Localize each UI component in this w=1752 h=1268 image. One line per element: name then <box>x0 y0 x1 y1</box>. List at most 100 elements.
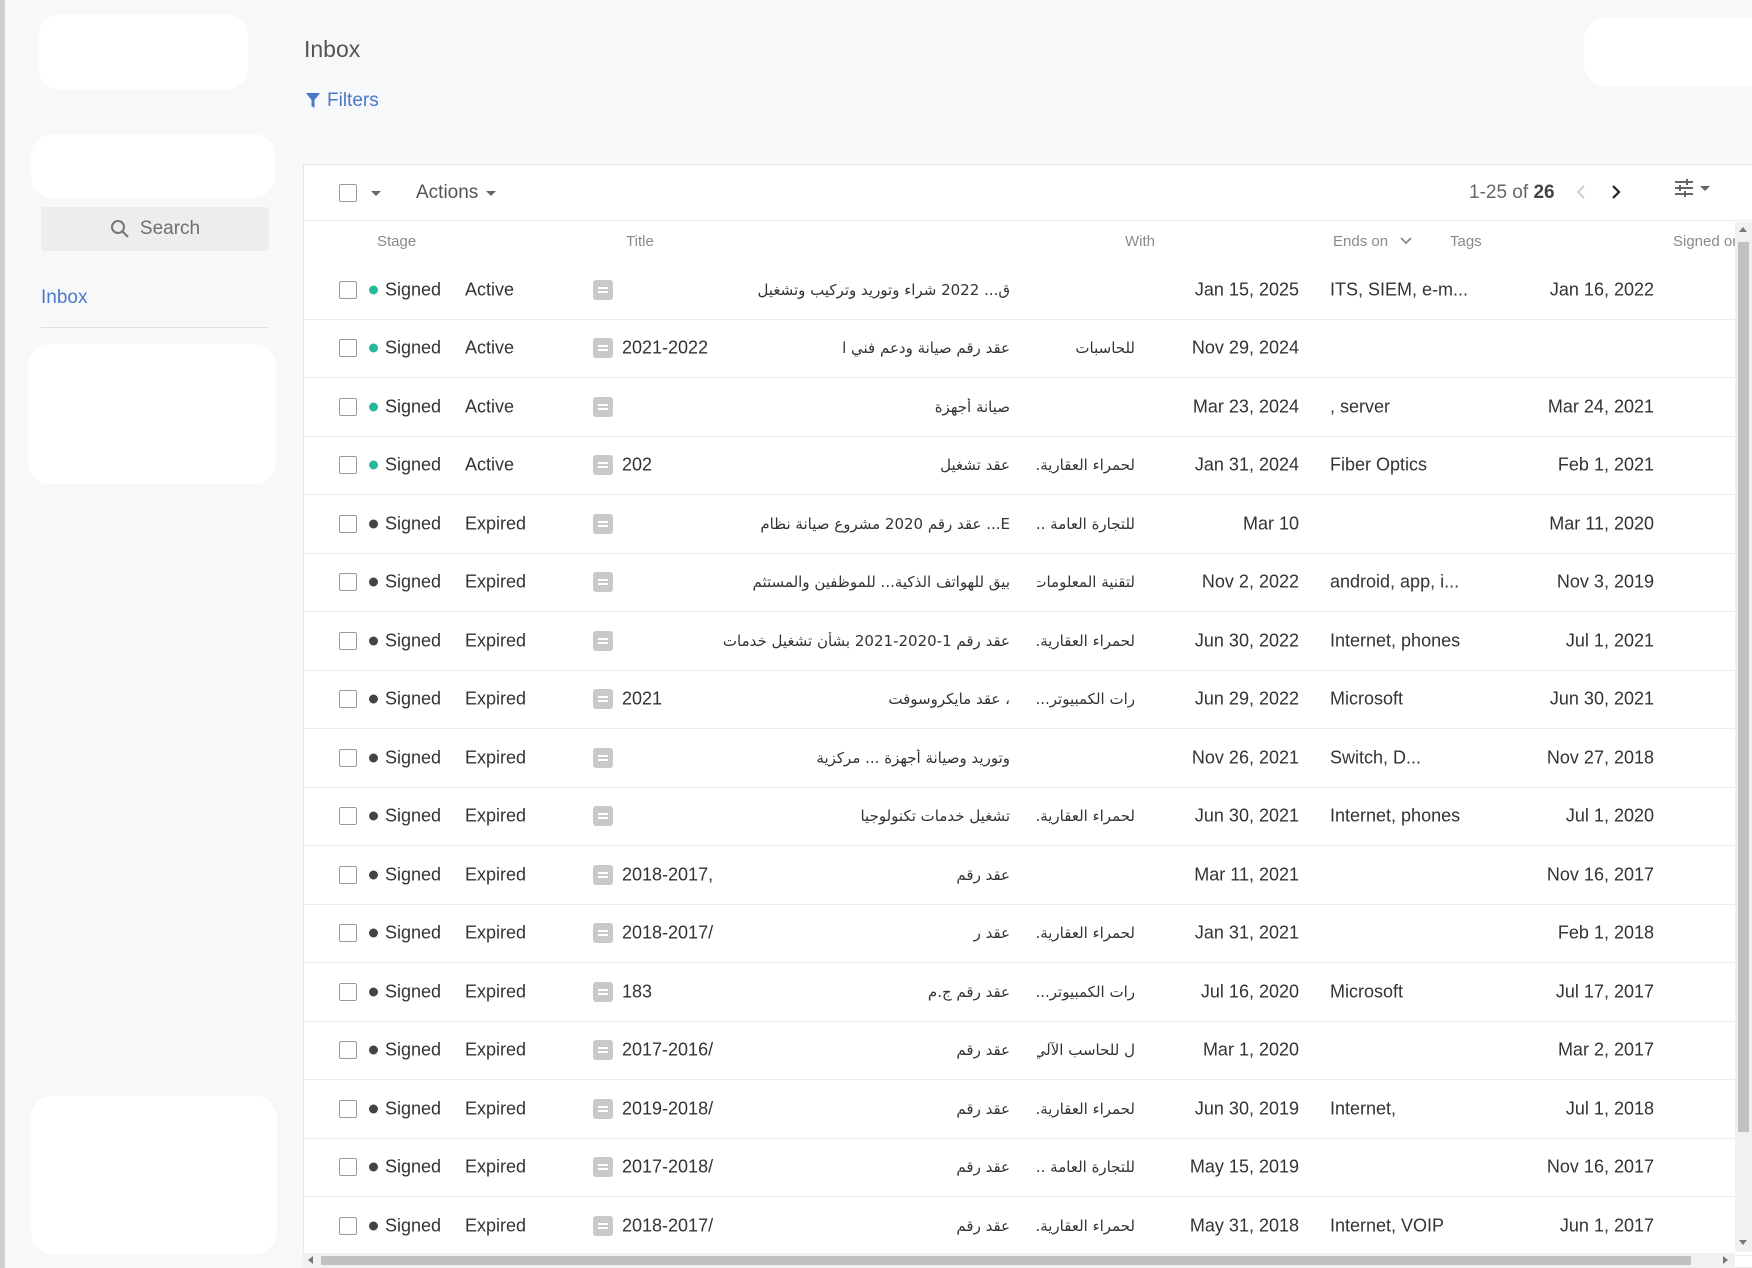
row-checkbox[interactable] <box>339 1158 357 1177</box>
row-signed-on: Feb 1, 2021 <box>1557 454 1654 475</box>
document-icon <box>593 513 613 534</box>
status-dot <box>369 343 378 353</box>
document-icon <box>593 747 613 768</box>
col-header-stage[interactable]: Stage <box>377 233 416 250</box>
table-row[interactable]: Signed Expired E... عقد رقم 2020 مشروع ص… <box>304 495 1752 554</box>
table-row[interactable]: Signed Expired 2019-2018/ عقد رقم لحمراء… <box>304 1080 1752 1139</box>
chevron-down-icon <box>1700 185 1710 191</box>
row-status: Expired <box>465 1039 527 1060</box>
row-title-text[interactable]: عقد رقم <box>622 866 1010 884</box>
row-status: Expired <box>465 864 527 885</box>
table-row[interactable]: Signed Expired 2018-2017/ عقد رقم لحمراء… <box>304 1197 1752 1256</box>
row-checkbox[interactable] <box>339 1099 357 1118</box>
table-row[interactable]: Signed Active ق... 2022 شراء وتوريد وترك… <box>304 261 1752 320</box>
row-ends-on: Nov 26, 2021 <box>1191 747 1299 768</box>
row-checkbox[interactable] <box>339 807 357 826</box>
actions-label: Actions <box>416 182 479 203</box>
document-icon <box>593 572 613 593</box>
row-title-text[interactable]: ، عقد مايكروسوفت <box>622 690 1010 708</box>
row-checkbox[interactable] <box>339 924 357 943</box>
filter-icon <box>306 93 320 108</box>
row-ends-on: Mar 11, 2021 <box>1194 864 1299 885</box>
row-checkbox[interactable] <box>339 456 357 475</box>
row-checkbox[interactable] <box>339 748 357 767</box>
row-tags: Internet, VOIP <box>1330 1215 1445 1236</box>
row-title-text[interactable]: ق... 2022 شراء وتوريد وتركيب وتشغيل <box>622 281 1010 299</box>
table-row[interactable]: Signed Active صيانة أجهزة Mar 23, 2024 ,… <box>304 378 1752 437</box>
vertical-scrollbar[interactable] <box>1735 222 1752 1252</box>
select-menu-caret[interactable] <box>371 191 381 196</box>
table-row[interactable]: Signed Expired تشغيل خدمات تكنولوجيا لحم… <box>304 788 1752 846</box>
row-ends-on: Jun 29, 2022 <box>1194 688 1299 709</box>
horizontal-scroll-thumb[interactable] <box>321 1256 1691 1265</box>
scroll-up-arrow[interactable] <box>1739 227 1747 232</box>
row-title-text[interactable]: عقد رقم ج.م <box>622 983 1010 1001</box>
row-checkbox[interactable] <box>339 280 357 299</box>
table-row[interactable]: Signed Expired 2017-2018/ عقد رقم للتجار… <box>304 1139 1752 1197</box>
sidebar-search-box[interactable]: Search <box>41 207 269 251</box>
table-row[interactable]: Signed Expired عقد رقم 1-2020-2021 بشأن … <box>304 612 1752 671</box>
chevron-down-icon <box>486 190 497 196</box>
row-title-text[interactable]: عقد رقم صيانة ودعم فني ا <box>622 339 1010 357</box>
table-header: Stage Title With Ends on Tags Signed on <box>304 221 1752 261</box>
row-stage: Signed <box>385 1215 442 1236</box>
row-title-text[interactable]: عقد رقم <box>622 1158 1010 1176</box>
row-title-text[interactable]: عقد رقم <box>622 1100 1010 1118</box>
row-title-text[interactable]: عقد ر <box>622 924 1010 942</box>
horizontal-scrollbar[interactable] <box>303 1253 1735 1268</box>
table-row[interactable]: Signed Expired 2017-2016/ عقد رقم ل للحا… <box>304 1022 1752 1080</box>
row-title-text[interactable]: عقد رقم <box>622 1217 1010 1235</box>
table-row[interactable]: Signed Expired 2018-2017, عقد رقم Mar 11… <box>304 846 1752 905</box>
row-checkbox[interactable] <box>339 1041 357 1060</box>
table-row[interactable]: Signed Active 2021-2022 عقد رقم صيانة ود… <box>304 320 1752 378</box>
scroll-down-arrow[interactable] <box>1739 1240 1747 1245</box>
col-header-with[interactable]: With <box>1125 233 1155 250</box>
next-page-button[interactable] <box>1603 179 1629 205</box>
table-row[interactable]: Signed Active 202 عقد تشغيل لحمراء العقا… <box>304 437 1752 495</box>
row-with: للحاسبات <box>1075 339 1135 358</box>
row-title-text[interactable]: صيانة أجهزة <box>622 398 1010 416</box>
row-checkbox[interactable] <box>339 865 357 884</box>
status-dot <box>369 753 378 763</box>
row-checkbox[interactable] <box>339 1216 357 1235</box>
sidebar-item-inbox[interactable]: Inbox <box>41 287 87 309</box>
row-checkbox[interactable] <box>339 982 357 1001</box>
row-stage: Signed <box>385 279 442 300</box>
col-header-signed-on[interactable]: Signed on <box>1673 233 1741 250</box>
row-checkbox[interactable] <box>339 690 357 709</box>
row-checkbox[interactable] <box>339 573 357 592</box>
row-title-text[interactable]: E... عقد رقم 2020 مشروع صيانة نظام <box>622 515 1010 533</box>
row-stage: Signed <box>385 630 442 651</box>
row-with: لحمراء العقارية... <box>1037 631 1135 650</box>
scroll-left-arrow[interactable] <box>308 1256 313 1264</box>
col-header-ends-on[interactable]: Ends on <box>1333 233 1412 250</box>
select-all-checkbox[interactable] <box>339 184 357 202</box>
table-row[interactable]: Signed Expired بيق للهواتف الذكية... للم… <box>304 554 1752 612</box>
document-icon <box>593 338 613 359</box>
row-checkbox[interactable] <box>339 631 357 650</box>
row-title-text[interactable]: بيق للهواتف الذكية... للموظفين والمستثم <box>622 573 1010 591</box>
col-header-tags[interactable]: Tags <box>1450 233 1482 250</box>
row-title-text[interactable]: عقد رقم <box>622 1041 1010 1059</box>
scroll-right-arrow[interactable] <box>1723 1256 1728 1264</box>
table-row[interactable]: Signed Expired 2018-2017/ عقد ر لحمراء ا… <box>304 905 1752 963</box>
row-title-text[interactable]: وتوريد وصيانة أجهزة ... مركزية <box>622 749 1010 767</box>
row-title-text[interactable]: عقد تشغيل <box>622 456 1010 474</box>
row-title-text[interactable]: تشغيل خدمات تكنولوجيا <box>622 807 1010 825</box>
column-settings-button[interactable] <box>1674 179 1710 197</box>
row-checkbox[interactable] <box>339 339 357 358</box>
filters-button[interactable]: Filters <box>305 90 379 112</box>
table-row[interactable]: Signed Expired وتوريد وصيانة أجهزة ... م… <box>304 729 1752 788</box>
row-checkbox[interactable] <box>339 397 357 416</box>
actions-menu[interactable]: Actions <box>416 182 497 204</box>
prev-page-button[interactable] <box>1568 179 1594 205</box>
col-header-title[interactable]: Title <box>626 233 654 250</box>
table-row[interactable]: Signed Expired 183 عقد رقم ج.م رات الكمب… <box>304 963 1752 1022</box>
row-tags: Internet, <box>1330 1098 1397 1119</box>
table-row[interactable]: Signed Expired 2021 ، عقد مايكروسوفت رات… <box>304 671 1752 729</box>
row-title-text[interactable]: عقد رقم 1-2020-2021 بشأن تشغيل خدمات <box>622 632 1010 650</box>
row-checkbox[interactable] <box>339 514 357 533</box>
vertical-scroll-thumb[interactable] <box>1738 242 1749 1132</box>
row-signed-on: Mar 11, 2020 <box>1549 513 1654 534</box>
pagination-total: 26 <box>1533 182 1555 203</box>
